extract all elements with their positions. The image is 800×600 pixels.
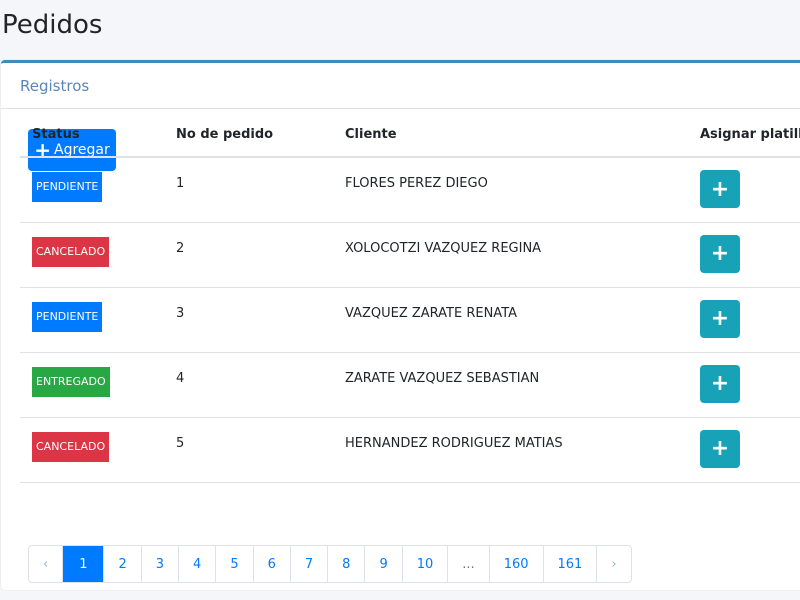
- card-title: Registros: [1, 63, 800, 109]
- page-6[interactable]: 6: [252, 546, 290, 582]
- client-name: VAZQUEZ ZARATE RENATA: [333, 287, 688, 353]
- page-title: Pedidos: [2, 10, 103, 40]
- pagination: ‹ 1 2 3 4 5 6 7 8 9 10... 160 161 ›: [28, 545, 632, 583]
- client-name: XOLOCOTZI VAZQUEZ REGINA: [333, 222, 688, 288]
- order-number: 3: [164, 287, 333, 353]
- table-row: CANCELADO 5 HERNANDEZ RODRIGUEZ MATIAS +: [20, 417, 800, 483]
- order-number: 5: [164, 417, 333, 483]
- pagination-ellipsis: ...: [447, 546, 488, 582]
- order-number: 2: [164, 222, 333, 288]
- order-number: 1: [164, 157, 333, 223]
- page-5[interactable]: 5: [215, 546, 252, 582]
- page-8[interactable]: 8: [327, 546, 364, 582]
- status-badge: ENTREGADO: [32, 366, 110, 397]
- order-number: 4: [164, 352, 333, 418]
- plus-icon: +: [710, 436, 730, 461]
- assign-dish-button[interactable]: +: [700, 170, 740, 208]
- plus-icon: +: [710, 371, 730, 396]
- client-name: HERNANDEZ RODRIGUEZ MATIAS: [333, 417, 688, 483]
- assign-dish-button[interactable]: +: [700, 299, 740, 338]
- col-cliente: Cliente: [333, 113, 688, 158]
- client-name: ZARATE VAZQUEZ SEBASTIAN: [333, 352, 688, 418]
- col-asignar: Asignar platillo: [688, 113, 800, 158]
- col-status: Status: [20, 113, 164, 158]
- status-badge: CANCELADO: [32, 431, 110, 462]
- page-3[interactable]: 3: [140, 546, 178, 582]
- assign-dish-button[interactable]: +: [700, 364, 740, 403]
- table-row: ENTREGADO 4 ZARATE VAZQUEZ SEBASTIAN +: [20, 352, 800, 418]
- plus-icon: +: [710, 176, 730, 202]
- page-1[interactable]: 1: [62, 546, 104, 582]
- page-160[interactable]: 160: [488, 546, 543, 582]
- next-page[interactable]: ›: [596, 546, 630, 582]
- status-badge: CANCELADO: [32, 236, 110, 267]
- table-row: PENDIENTE 3 VAZQUEZ ZARATE RENATA +: [20, 287, 800, 353]
- assign-dish-button[interactable]: +: [700, 429, 740, 468]
- table-row: CANCELADO 2 XOLOCOTZI VAZQUEZ REGINA +: [20, 222, 800, 288]
- col-no: No de pedido: [164, 113, 333, 158]
- table-row: PENDIENTE 1 FLORES PEREZ DIEGO +: [20, 157, 800, 223]
- page-161[interactable]: 161: [542, 546, 597, 582]
- page-4[interactable]: 4: [178, 546, 215, 582]
- assign-dish-button[interactable]: +: [700, 234, 740, 273]
- prev-page[interactable]: ‹: [29, 546, 62, 582]
- plus-icon: +: [710, 306, 730, 331]
- status-badge: PENDIENTE: [32, 301, 103, 332]
- page-2[interactable]: 2: [103, 546, 140, 582]
- status-badge: PENDIENTE: [32, 172, 103, 202]
- client-name: FLORES PEREZ DIEGO: [333, 157, 688, 223]
- page-7[interactable]: 7: [289, 546, 327, 582]
- page-9[interactable]: 9: [364, 546, 401, 582]
- orders-table: Status No de pedido Cliente Asignar plat…: [20, 113, 800, 483]
- plus-icon: +: [710, 241, 730, 266]
- page-10[interactable]: 10: [401, 546, 448, 582]
